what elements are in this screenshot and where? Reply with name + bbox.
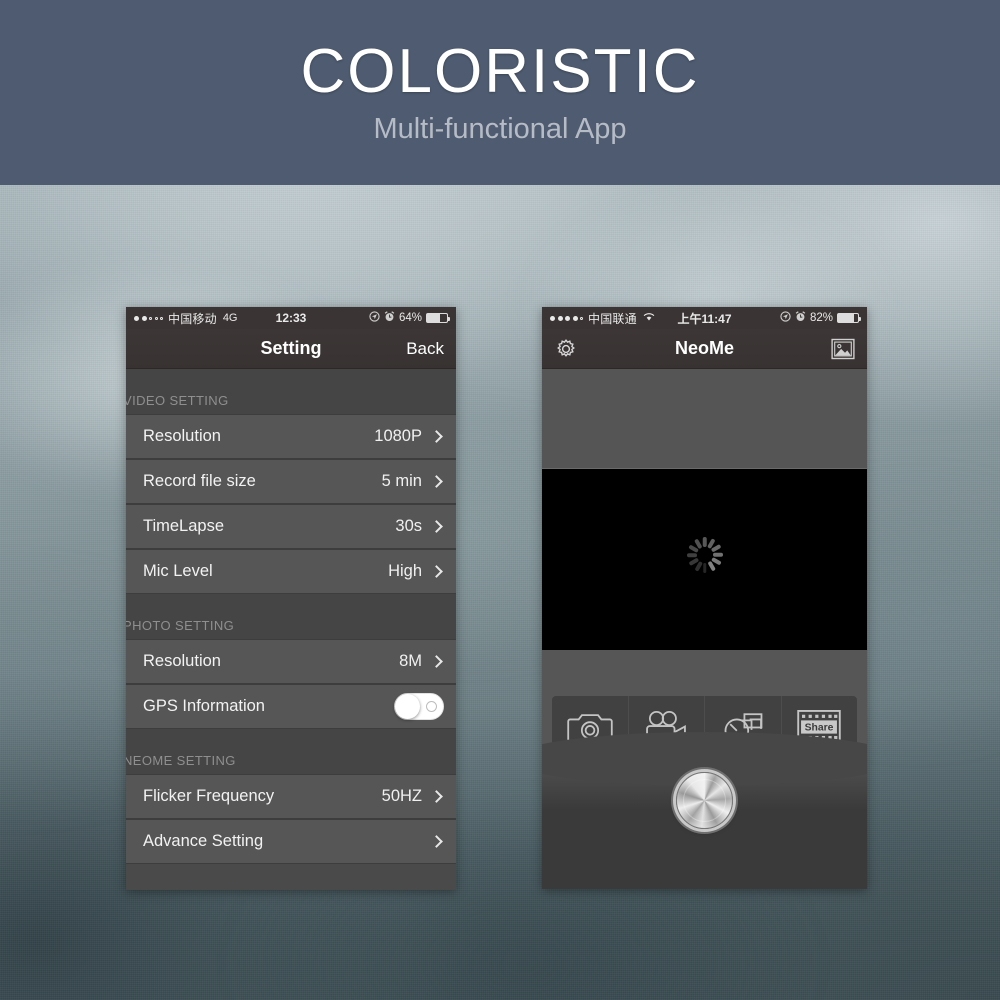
location-arrow-icon xyxy=(780,311,791,325)
chevron-right-icon xyxy=(430,835,443,848)
settings-row-label: Resolution xyxy=(143,427,221,445)
page-title: COLORISTIC xyxy=(300,37,700,107)
alarm-clock-icon xyxy=(384,311,395,325)
shutter-button[interactable] xyxy=(676,772,733,829)
carrier-label: 中国移动 xyxy=(168,311,217,326)
settings-row[interactable]: Flicker Frequency 50HZ xyxy=(126,774,456,819)
nav-title: NeoMe xyxy=(674,338,734,358)
settings-row-label: Resolution xyxy=(143,652,221,670)
camera-shutter-area xyxy=(542,732,867,889)
chevron-right-icon xyxy=(430,475,443,488)
settings-row-label: Flicker Frequency xyxy=(143,787,275,805)
settings-row[interactable]: Resolution 1080P xyxy=(126,414,456,459)
gps-toggle-switch[interactable] xyxy=(394,693,444,720)
settings-row-value: 1080P xyxy=(374,427,422,445)
signal-strength-icon xyxy=(134,315,163,321)
settings-row-label: Advance Setting xyxy=(143,832,264,850)
settings-row-value: High xyxy=(388,562,422,580)
promo-banner: COLORISTIC Multi-functional App xyxy=(0,0,1000,185)
settings-row[interactable]: Record file size 5 min xyxy=(126,459,456,504)
settings-section-label: VIDEO SETTING xyxy=(126,393,229,408)
location-arrow-icon xyxy=(369,311,380,325)
settings-row[interactable]: Advance Setting xyxy=(126,819,456,864)
battery-icon xyxy=(837,313,861,323)
back-button[interactable]: Back xyxy=(406,339,444,359)
signal-dot xyxy=(565,315,570,321)
signal-dot xyxy=(580,316,583,320)
wifi-icon xyxy=(643,312,655,325)
toggle-knob xyxy=(395,694,420,719)
signal-dot xyxy=(134,315,139,321)
settings-section-label: NEOME SETTING xyxy=(126,753,236,768)
settings-list[interactable]: VIDEO SETTING Resolution 1080P Record file … xyxy=(126,369,456,890)
signal-dot xyxy=(141,315,147,321)
toggle-off-mark xyxy=(426,701,437,712)
camera-viewfinder[interactable] xyxy=(542,469,867,650)
settings-row-label: TimeLapse xyxy=(143,517,225,535)
nav-bar-camera: NeoMe xyxy=(542,329,867,369)
spinner-spoke xyxy=(712,552,723,557)
settings-row[interactable]: GPS Information xyxy=(126,684,456,729)
signal-dot xyxy=(557,315,563,321)
chevron-right-icon xyxy=(430,430,443,443)
carrier-label: 中国联通 xyxy=(588,311,637,326)
signal-dot xyxy=(149,316,152,320)
loading-spinner-icon xyxy=(685,536,725,580)
settings-section-header: PHOTO SETTING xyxy=(126,594,456,639)
network-type-label: 4G xyxy=(222,312,238,324)
chevron-right-icon xyxy=(430,790,443,803)
settings-row-value: 5 min xyxy=(381,472,422,490)
status-bar-left: 中国移动 4G 12:33 64% xyxy=(126,307,456,329)
signal-dot xyxy=(154,316,158,320)
camera-mid-pad xyxy=(542,650,867,696)
page-subtitle: Multi-functional App xyxy=(373,112,627,145)
battery-percent-label: 82% xyxy=(809,312,833,324)
battery-percent-label: 64% xyxy=(398,312,422,324)
spinner-spoke xyxy=(702,562,707,573)
chevron-right-icon xyxy=(430,565,443,578)
status-bar-right-right: 82% xyxy=(780,311,861,325)
signal-dot xyxy=(550,315,555,321)
settings-row[interactable]: Mic Level High xyxy=(126,549,456,594)
settings-section-header: VIDEO SETTING xyxy=(126,369,456,414)
promo-page: COLORISTIC Multi-functional App 中国移动 4G … xyxy=(0,0,1000,1000)
phone-settings-screen: 中国移动 4G 12:33 64% Setting Back VIDEO SET… xyxy=(126,307,456,890)
settings-row-value: 8M xyxy=(399,652,422,670)
chevron-right-icon xyxy=(430,520,443,533)
gear-icon[interactable] xyxy=(554,337,578,361)
signal-dot xyxy=(160,316,163,320)
settings-section-header: NEOME SETTING xyxy=(126,729,456,774)
photo-gallery-icon[interactable] xyxy=(831,338,855,360)
settings-row-label: GPS Information xyxy=(143,697,265,715)
chevron-right-icon xyxy=(430,655,443,668)
phone-camera-screen: 中国联通 上午11:47 82% NeoMe Share xyxy=(542,307,867,889)
spinner-spoke xyxy=(702,536,707,547)
camera-top-pad xyxy=(542,369,867,469)
settings-section-label: PHOTO SETTING xyxy=(126,618,235,633)
settings-row-value: 50HZ xyxy=(381,787,422,805)
battery-icon xyxy=(426,313,450,323)
settings-row-label: Record file size xyxy=(143,472,256,490)
status-bar-right: 中国联通 上午11:47 82% xyxy=(542,307,867,329)
alarm-clock-icon xyxy=(795,311,806,325)
share-label: Share xyxy=(805,722,834,733)
settings-row-label: Mic Level xyxy=(143,562,213,580)
signal-strength-icon xyxy=(550,315,583,321)
status-bar-right-left: 64% xyxy=(369,311,450,325)
spinner-spoke xyxy=(686,552,697,557)
camera-body: Share xyxy=(542,369,867,889)
settings-row-value: 30s xyxy=(395,517,422,535)
signal-dot xyxy=(572,315,578,321)
nav-bar-settings: Setting Back xyxy=(126,329,456,369)
settings-row[interactable]: Resolution 8M xyxy=(126,639,456,684)
settings-row[interactable]: TimeLapse 30s xyxy=(126,504,456,549)
